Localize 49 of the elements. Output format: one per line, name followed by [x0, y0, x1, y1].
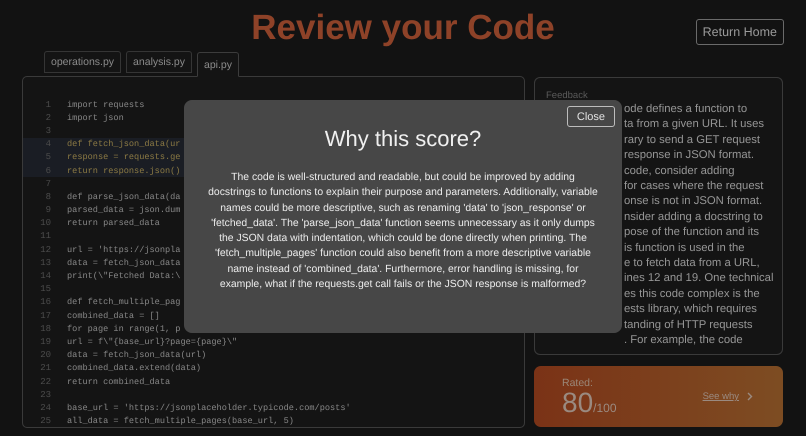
code-text: return parsed_data — [67, 218, 160, 228]
feedback-text: . For example, the code — [624, 333, 744, 348]
feedback-text: nsider adding a docstring to — [624, 210, 764, 225]
file-tab[interactable]: api.py — [197, 52, 240, 77]
code-text: response = requests.ge — [67, 152, 180, 162]
feedback-text: code, consider adding — [624, 164, 736, 179]
page-title: Review your Code — [251, 8, 555, 48]
code-text: return response.json() — [67, 166, 180, 176]
code-text: print(\"Fetched Data:\ — [67, 271, 180, 282]
code-text: parsed_data = json.dum — [67, 205, 180, 216]
feedback-text: for cases where the request — [624, 179, 764, 194]
feedback-label: Feedback — [546, 90, 589, 102]
return-home-button[interactable]: Return Home — [696, 19, 784, 45]
code-text: combined_data = [] — [67, 310, 160, 321]
feedback-text: ests library, which requires — [624, 302, 758, 318]
code-text: url = f\"{base_url}?page={page}\" — [67, 336, 238, 347]
code-text: import json — [67, 112, 124, 123]
feedback-text: ta from a given URL. It uses — [624, 117, 766, 132]
code-text: import requests — [67, 100, 144, 110]
feedback-text: e to fetch data from a URL, — [624, 256, 761, 272]
code-text: data = fetch_json_data(url) — [67, 350, 206, 360]
feedback-text: es this code complex is the — [624, 286, 761, 302]
score-max: /100 — [593, 400, 617, 414]
code-text: combined_data.extend(data) — [67, 363, 202, 374]
feedback-text: rary to send a GET request — [624, 132, 762, 148]
code-text: def parse_json_data(da — [67, 192, 180, 202]
code-text: all_data = fetch_multiple_pages(base_url, 5) — [67, 416, 294, 426]
feedback-text: ines 12 and 19. One technical — [624, 271, 774, 286]
code-text: def fetch_multiple_pag — [67, 297, 180, 308]
chevron-right-icon — [747, 392, 753, 401]
close-button[interactable]: Close — [566, 106, 615, 127]
feedback-text: ode defines a function to — [624, 102, 748, 117]
code-text: for page in range(1, p — [67, 324, 180, 334]
code-text: url = 'https://jsonpla — [67, 244, 180, 255]
code-text: def fetch_json_data(ur — [67, 139, 180, 150]
file-tab[interactable]: analysis.py — [126, 51, 192, 73]
score-value: 80 — [562, 386, 594, 418]
dialog-title: Why this score? — [324, 126, 482, 152]
feedback-text: tanding of HTTP requests — [624, 318, 754, 333]
feedback-text: pose of the function and its — [624, 225, 760, 240]
feedback-text: is function is used in the — [624, 240, 746, 256]
feedback-text: onse is not in JSON format. — [624, 194, 764, 210]
rated-label: Rated: — [562, 376, 594, 388]
file-tab[interactable]: operations.py — [44, 51, 122, 73]
dialog-text: The code is well-structured and readable, but could be improved by adding docstrings to functions to explain their purpose and parameters. Additionally, variable names could be more descriptive, such as renaming 'data' to 'json_response' or 'fetched_data'. The 'parse_json_data' function seems unnecessary as it only dumps the JSON data with indentation, which could be done directly when printing. The 'fetch_multiple_pages' function could also benefit from a more descriptive variable name instead of 'combined_data'. Furthermore, error handling is missing, for example, what if the requests.get call fails or the JSON response is malformed? — [207, 171, 599, 292]
code-text: return combined_data — [67, 376, 170, 387]
feedback-text: response in JSON format. — [624, 148, 755, 164]
code-text: base_url = 'https://jsonplaceholder.typicode.com/posts' — [67, 402, 351, 413]
code-text: data = fetch_json_data — [67, 258, 180, 268]
